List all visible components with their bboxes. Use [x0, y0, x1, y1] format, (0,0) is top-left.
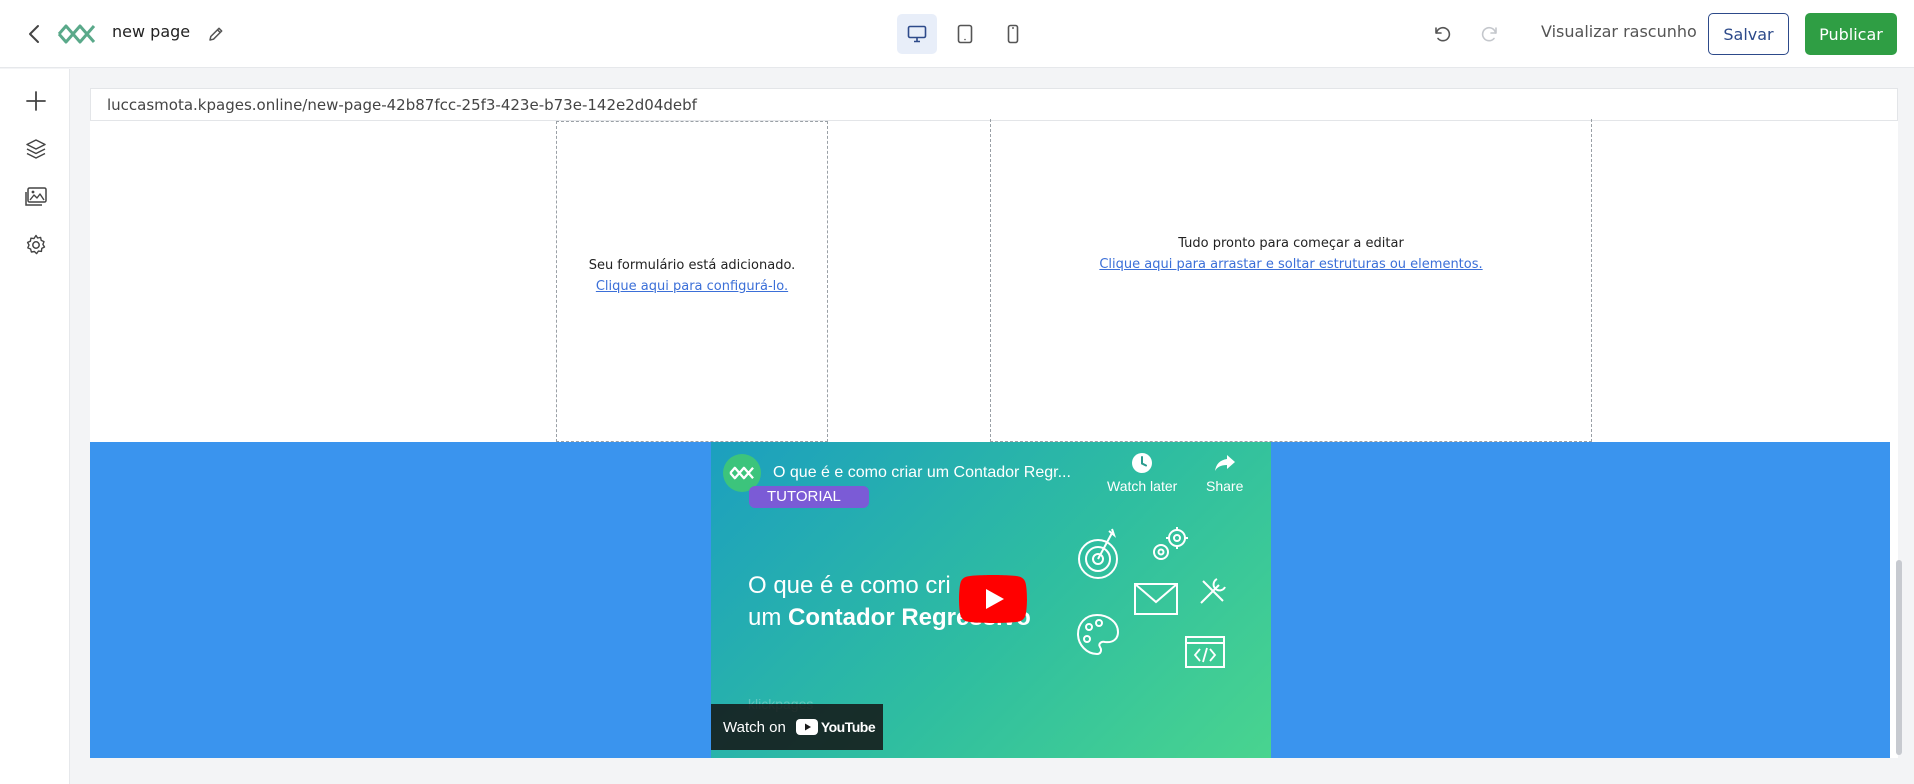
drag-drop-link[interactable]: Clique aqui para arrastar e soltar estru…: [991, 254, 1591, 275]
mobile-view-button[interactable]: [993, 14, 1033, 54]
tools-icon: [1200, 578, 1226, 604]
watch-later-label: Watch later: [1107, 478, 1178, 494]
youtube-logo: YouTube: [795, 719, 876, 735]
configure-form-link[interactable]: Clique aqui para configurá-lo.: [557, 276, 827, 297]
klickpages-logo-icon: [56, 18, 98, 50]
media-gallery-button[interactable]: [16, 177, 56, 217]
video-title[interactable]: O que é e como criar um Contador Regr...: [773, 464, 1071, 482]
plus-icon: [26, 91, 46, 111]
watch-on-youtube-button[interactable]: Watch on YouTube: [711, 704, 883, 750]
form-block[interactable]: Seu formulário está adicionado. Clique a…: [556, 121, 828, 442]
layers-button[interactable]: [16, 129, 56, 169]
play-icon: [959, 575, 1027, 623]
watch-later-button[interactable]: Watch later: [1107, 452, 1177, 494]
palette-icon: [1076, 613, 1120, 656]
editor-canvas: luccasmota.kpages.online/new-page-42b87f…: [90, 88, 1898, 758]
share-arrow-icon: [1214, 455, 1235, 471]
page-url: luccasmota.kpages.online/new-page-42b87f…: [107, 96, 697, 114]
top-section: Seu formulário está adicionado. Clique a…: [90, 119, 1890, 442]
image-gallery-icon: [25, 187, 47, 206]
desktop-icon: [907, 25, 927, 43]
target-icon: [1078, 528, 1118, 579]
video-section[interactable]: O que é e como criar um Contador Regr...…: [90, 442, 1890, 758]
add-element-button[interactable]: [16, 81, 56, 121]
redo-icon[interactable]: [1476, 20, 1504, 48]
mobile-icon: [1007, 24, 1019, 44]
top-bar: new page Visualizar rascunho Salvar Publ…: [0, 0, 1914, 68]
code-window-icon: [1185, 636, 1225, 668]
publish-button[interactable]: Publicar: [1805, 13, 1897, 55]
youtube-logo-icon: [795, 719, 818, 735]
desktop-view-button[interactable]: [897, 14, 937, 54]
edit-pencil-icon[interactable]: [204, 22, 228, 46]
save-button[interactable]: Salvar: [1708, 13, 1789, 55]
form-block-message: Seu formulário está adicionado. Clique a…: [557, 255, 827, 297]
form-added-text: Seu formulário está adicionado.: [588, 258, 796, 273]
gears-icon: [1153, 527, 1188, 560]
heading-line-2-prefix: um: [748, 604, 789, 631]
share-button[interactable]: Share: [1206, 452, 1243, 494]
youtube-embed[interactable]: O que é e como criar um Contador Regr...…: [711, 442, 1271, 758]
tablet-icon: [957, 24, 973, 44]
device-switcher: [897, 14, 1033, 54]
back-arrow-icon[interactable]: [20, 20, 48, 48]
share-label: Share: [1206, 478, 1244, 494]
empty-structure-block[interactable]: Tudo pronto para começar a editar Clique…: [990, 119, 1592, 442]
canvas-scrollbar[interactable]: [1896, 560, 1902, 755]
play-button[interactable]: [959, 575, 1027, 623]
layers-icon: [26, 139, 46, 159]
page-url-bar: luccasmota.kpages.online/new-page-42b87f…: [90, 88, 1898, 121]
gear-icon: [26, 234, 46, 255]
envelope-icon: [1134, 583, 1178, 615]
youtube-wordmark: YouTube: [820, 719, 876, 735]
tutorial-badge: TUTORIAL: [749, 486, 869, 508]
watch-on-label: Watch on: [723, 718, 786, 736]
undo-icon[interactable]: [1428, 20, 1456, 48]
ready-to-edit-text: Tudo pronto para começar a editar: [1178, 236, 1404, 251]
heading-line-1: O que é e como cri: [748, 572, 951, 599]
tablet-view-button[interactable]: [945, 14, 985, 54]
left-sidebar: [0, 69, 70, 784]
klickpages-logo-icon: [729, 466, 754, 480]
empty-block-message: Tudo pronto para começar a editar Clique…: [991, 233, 1591, 275]
page-title: new page: [112, 22, 191, 41]
settings-button[interactable]: [16, 225, 56, 265]
preview-draft-link[interactable]: Visualizar rascunho: [1541, 22, 1697, 41]
clock-icon: [1132, 453, 1153, 473]
